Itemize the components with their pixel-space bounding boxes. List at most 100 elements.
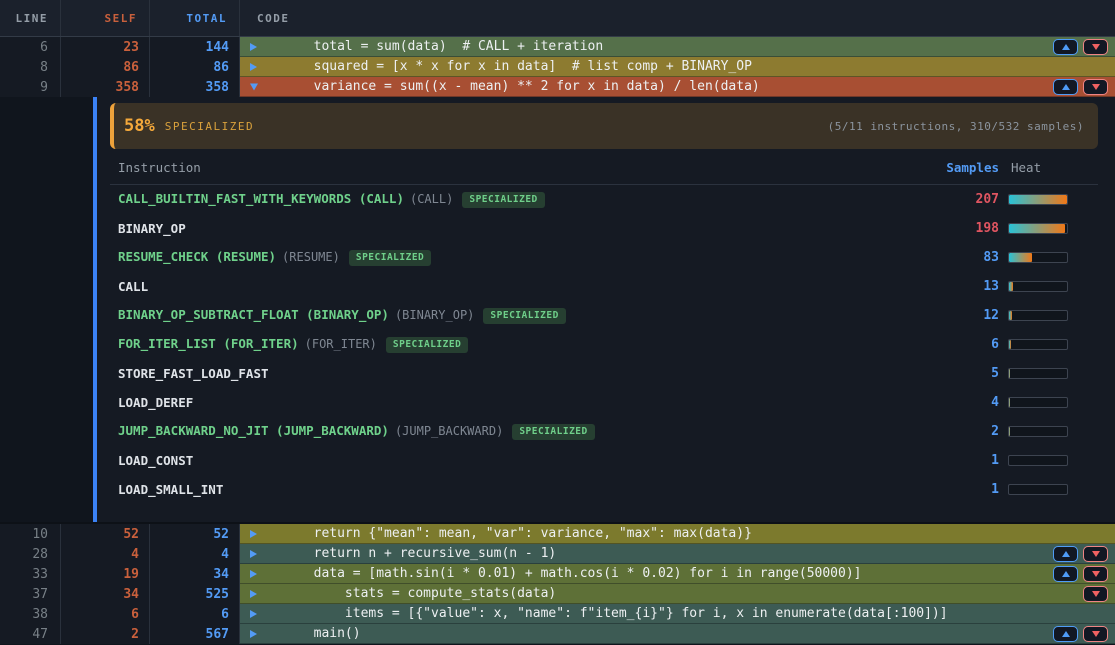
jump-down-button[interactable] <box>1083 546 1108 562</box>
line-number: 47 <box>0 624 61 644</box>
jump-down-button[interactable] <box>1083 566 1108 582</box>
jump-down-button[interactable] <box>1083 79 1108 95</box>
heat-bar-fill <box>1009 195 1067 204</box>
column-header-instruction: Instruction <box>118 160 904 175</box>
row-buttons <box>1053 566 1108 582</box>
jump-up-button[interactable] <box>1053 626 1078 642</box>
expand-marker-icon[interactable] <box>250 43 257 51</box>
specialized-badge: SPECIALIZED <box>386 337 468 353</box>
heat-bar <box>1008 281 1068 292</box>
code-cell[interactable]: variance = sum((x - mean) ** 2 for x in … <box>240 77 1115 97</box>
specialized-percent: 58% <box>124 116 155 136</box>
instruction-samples: 2 <box>904 424 999 439</box>
specialized-percent-label: SPECIALIZED <box>165 120 254 133</box>
self-samples: 23 <box>61 37 150 57</box>
total-samples: 358 <box>150 77 240 97</box>
instruction-opcode: FOR_ITER_LIST (FOR_ITER) <box>118 336 299 351</box>
row-buttons <box>1053 79 1108 95</box>
self-samples: 6 <box>61 604 150 624</box>
self-samples: 52 <box>61 524 150 544</box>
code-cell[interactable]: squared = [x * x for x in data] # list c… <box>240 57 1115 77</box>
jump-down-button[interactable] <box>1083 39 1108 55</box>
instruction-row: LOAD_SMALL_INT 1 <box>110 475 1098 504</box>
expand-marker-icon[interactable] <box>250 63 257 71</box>
instruction-opcode: BINARY_OP <box>118 221 186 236</box>
code-text: return {"mean": mean, "var": variance, "… <box>240 524 752 544</box>
total-samples: 6 <box>150 604 240 624</box>
instruction-opcode: STORE_FAST_LOAD_FAST <box>118 366 269 381</box>
expand-marker-icon[interactable] <box>250 570 257 578</box>
instruction-row: BINARY_OP 198 <box>110 214 1098 243</box>
code-cell[interactable]: return {"mean": mean, "var": variance, "… <box>240 524 1115 544</box>
expand-marker-icon[interactable] <box>250 630 257 638</box>
column-header-code: CODE <box>240 0 1115 36</box>
line-number: 37 <box>0 584 61 604</box>
instruction-row: CALL 13 <box>110 272 1098 301</box>
jump-up-button[interactable] <box>1053 546 1078 562</box>
instruction-row: LOAD_DEREF 4 <box>110 388 1098 417</box>
self-samples: 358 <box>61 77 150 97</box>
instruction-name: CALL <box>118 279 904 294</box>
total-samples: 52 <box>150 524 240 544</box>
line-number: 6 <box>0 37 61 57</box>
specialization-banner: 58% SPECIALIZED (5/11 instructions, 310/… <box>110 103 1098 149</box>
heat-bar-fill <box>1009 253 1032 262</box>
heat-bar-fill <box>1009 398 1010 407</box>
heat-bar-fill <box>1009 369 1010 378</box>
expand-marker-icon[interactable] <box>250 550 257 558</box>
total-samples: 144 <box>150 37 240 57</box>
code-cell[interactable]: return n + recursive_sum(n - 1) <box>240 544 1115 564</box>
table-header-row: LINE SELF TOTAL CODE <box>0 0 1115 37</box>
jump-down-button[interactable] <box>1083 586 1108 602</box>
jump-down-button[interactable] <box>1083 626 1108 642</box>
instruction-samples: 83 <box>904 250 999 265</box>
column-header-samples: Samples <box>904 160 999 175</box>
panel-content: 58% SPECIALIZED (5/11 instructions, 310/… <box>97 97 1115 522</box>
expand-marker-icon[interactable] <box>250 530 257 538</box>
code-text: total = sum(data) # CALL + iteration <box>240 37 603 57</box>
instruction-base-opcode: (RESUME) <box>282 250 340 264</box>
expand-marker-icon[interactable] <box>250 610 257 618</box>
line-number: 10 <box>0 524 61 544</box>
expand-marker-icon[interactable] <box>250 590 257 598</box>
code-text: items = [{"value": x, "name": f"item_{i}… <box>240 604 948 624</box>
code-text: main() <box>240 624 361 644</box>
instruction-row: JUMP_BACKWARD_NO_JIT (JUMP_BACKWARD)(JUM… <box>110 417 1098 446</box>
total-samples: 86 <box>150 57 240 77</box>
row-buttons <box>1053 39 1108 55</box>
total-samples: 567 <box>150 624 240 644</box>
instruction-opcode: LOAD_SMALL_INT <box>118 482 223 497</box>
code-cell[interactable]: data = [math.sin(i * 0.01) + math.cos(i … <box>240 564 1115 584</box>
heat-cell <box>999 194 1098 205</box>
column-header-heat: Heat <box>999 160 1098 175</box>
expand-marker-icon[interactable] <box>250 84 258 91</box>
code-row-line-8: 8 86 86 squared = [x * x for x in data] … <box>0 57 1115 77</box>
heat-cell <box>999 484 1098 495</box>
line-number: 8 <box>0 57 61 77</box>
column-header-total: TOTAL <box>150 0 240 36</box>
code-cell[interactable]: stats = compute_stats(data) <box>240 584 1115 604</box>
total-samples: 525 <box>150 584 240 604</box>
line-number: 33 <box>0 564 61 584</box>
instruction-opcode: CALL_BUILTIN_FAST_WITH_KEYWORDS (CALL) <box>118 191 404 206</box>
instruction-samples: 1 <box>904 453 999 468</box>
specialization-summary: (5/11 instructions, 310/532 samples) <box>828 120 1084 133</box>
code-cell[interactable]: main() <box>240 624 1115 644</box>
heat-bar-fill <box>1009 427 1010 436</box>
instruction-name: LOAD_CONST <box>118 453 904 468</box>
code-cell[interactable]: total = sum(data) # CALL + iteration <box>240 37 1115 57</box>
code-text: return n + recursive_sum(n - 1) <box>240 544 556 564</box>
code-row-line-38: 38 6 6 items = [{"value": x, "name": f"i… <box>0 604 1115 624</box>
instruction-samples: 198 <box>904 221 999 236</box>
code-text: variance = sum((x - mean) ** 2 for x in … <box>240 77 760 97</box>
jump-up-button[interactable] <box>1053 566 1078 582</box>
code-cell[interactable]: items = [{"value": x, "name": f"item_{i}… <box>240 604 1115 624</box>
jump-up-button[interactable] <box>1053 79 1078 95</box>
heat-bar <box>1008 426 1068 437</box>
heat-bar-fill <box>1009 311 1012 320</box>
code-row-line-33: 33 19 34 data = [math.sin(i * 0.01) + ma… <box>0 564 1115 584</box>
instruction-name: CALL_BUILTIN_FAST_WITH_KEYWORDS (CALL)(C… <box>118 191 904 208</box>
row-buttons <box>1053 626 1108 642</box>
heat-bar-fill <box>1009 224 1065 233</box>
jump-up-button[interactable] <box>1053 39 1078 55</box>
